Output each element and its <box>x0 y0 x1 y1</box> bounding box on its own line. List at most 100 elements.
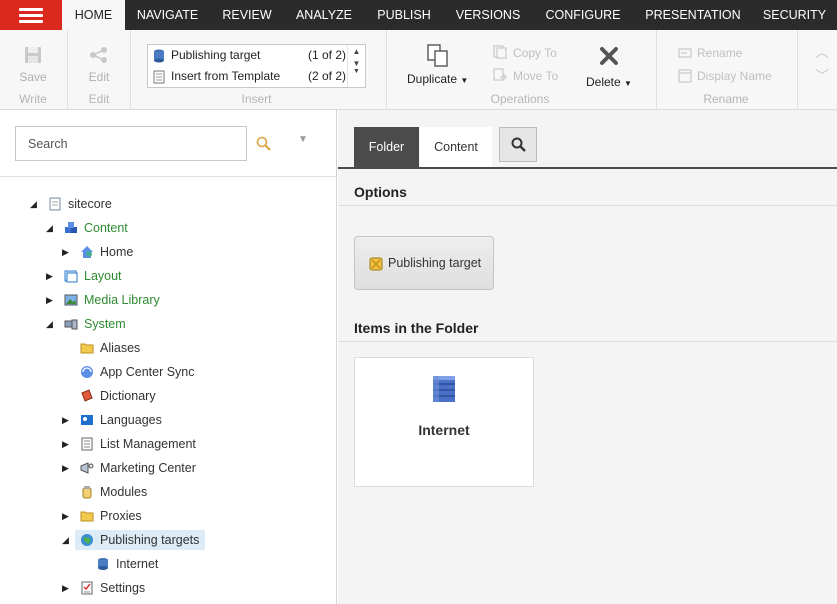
scroll-up-icon[interactable]: ▲ <box>348 47 365 56</box>
tree-node-media-library[interactable]: ▶ Media Library <box>46 290 176 310</box>
insert-option-label: Insert from Template <box>171 69 281 83</box>
save-icon <box>25 47 41 63</box>
move-to-button[interactable]: Move To <box>513 69 558 83</box>
tree-node-layout[interactable]: ▶ Layout <box>46 266 166 286</box>
tab-publish[interactable]: PUBLISH <box>364 0 444 30</box>
content-tree-pane: ▼ ◢ sitecore ◢ Content ▶ Home ▶ Layout ▶… <box>0 110 337 604</box>
expand-arrow-icon[interactable]: ▶ <box>62 410 72 430</box>
tree-node-app-center-sync[interactable]: App Center Sync <box>62 362 202 382</box>
publishing-globe-icon <box>81 534 93 546</box>
ribbon-scroll-up-icon[interactable]: ︿ <box>815 42 829 62</box>
tree-node-internet[interactable]: Internet <box>78 554 198 574</box>
tree-node-content[interactable]: ◢ Content <box>46 218 166 238</box>
ribbon-scroll-down-icon[interactable]: ﹀ <box>815 66 829 86</box>
tab-security[interactable]: SECURITY <box>752 0 837 30</box>
scroll-down-icon[interactable]: ▼ <box>348 59 365 68</box>
tree-node-marketing-center[interactable]: ▶ Marketing Center <box>62 458 212 478</box>
display-name-button[interactable]: Display Name <box>697 69 772 83</box>
tab-versions[interactable]: VERSIONS <box>444 0 532 30</box>
collapse-arrow-icon[interactable]: ◢ <box>46 218 56 238</box>
rename-button[interactable]: Rename <box>697 46 742 60</box>
folder-item-internet[interactable]: Internet <box>354 357 534 487</box>
search-icon <box>511 137 526 152</box>
group-divider <box>656 30 657 110</box>
divider <box>0 176 337 177</box>
search-icon[interactable] <box>256 136 272 152</box>
tab-folder[interactable]: Folder <box>354 127 419 167</box>
expand-arrow-icon[interactable]: ▶ <box>46 290 56 310</box>
hamburger-menu-button[interactable] <box>0 0 62 30</box>
layout-icon <box>64 270 78 283</box>
tab-content[interactable]: Content <box>420 127 492 167</box>
expand-arrow-icon[interactable]: ▶ <box>62 578 72 598</box>
tree-node-languages[interactable]: ▶ Languages <box>62 410 182 430</box>
group-divider <box>386 30 387 110</box>
tree-node-label: Media Library <box>84 293 160 307</box>
tree-node-label: Marketing Center <box>100 461 196 475</box>
group-divider <box>67 30 68 110</box>
tree-node-label: Layout <box>84 269 122 283</box>
insert-list-scrollbar[interactable]: ▲ ▼ ▼ <box>347 45 365 87</box>
tree-node-label: List Management <box>100 437 196 451</box>
collapse-arrow-icon[interactable]: ◢ <box>30 194 40 214</box>
save-button[interactable]: Save <box>10 70 56 84</box>
tree-node-home[interactable]: ▶ Home <box>62 242 182 262</box>
expand-arrow-icon[interactable]: ▶ <box>62 242 72 262</box>
tree-node-modules[interactable]: Modules <box>62 482 182 502</box>
hamburger-line <box>19 14 43 17</box>
folder-icon <box>80 343 94 354</box>
expand-arrow-icon[interactable]: ▶ <box>46 266 56 286</box>
edit-button[interactable]: Edit <box>76 70 122 84</box>
delete-label: Delete <box>586 75 621 89</box>
tab-presentation[interactable]: PRESENTATION <box>634 0 752 30</box>
tree-node-dictionary[interactable]: Dictionary <box>62 386 182 406</box>
expand-arrow-icon[interactable]: ▶ <box>62 434 72 454</box>
insert-option-from-template[interactable]: Insert from Template (2 of 2) <box>148 66 348 87</box>
tab-navigate[interactable]: NAVIGATE <box>125 0 210 30</box>
tree-node-label: Languages <box>100 413 162 427</box>
database-icon <box>154 49 164 63</box>
tree-node-label: Settings <box>100 581 146 595</box>
tree-node-list-management[interactable]: ▶ List Management <box>62 434 202 454</box>
expand-arrow-icon[interactable]: ▶ <box>62 458 72 478</box>
group-label-operations: Operations <box>490 92 550 106</box>
search-input[interactable] <box>15 126 247 161</box>
expand-arrow-icon[interactable]: ▶ <box>62 506 72 526</box>
collapse-arrow-icon[interactable]: ◢ <box>62 530 72 550</box>
tree-node-settings[interactable]: ▶ Settings <box>62 578 182 598</box>
tab-review[interactable]: REVIEW <box>210 0 284 30</box>
collapse-arrow-icon[interactable]: ◢ <box>46 314 56 334</box>
tree-node-system[interactable]: ◢ System <box>46 314 166 334</box>
hamburger-line <box>19 8 43 11</box>
divider <box>338 205 837 206</box>
system-icon <box>64 319 78 330</box>
tree-node-aliases[interactable]: Aliases <box>62 338 182 358</box>
duplicate-button[interactable]: Duplicate ▼ <box>407 72 468 86</box>
modules-jar-icon <box>82 486 92 499</box>
delete-button[interactable]: Delete ▼ <box>586 75 632 89</box>
sitecore-root-icon <box>49 197 61 211</box>
home-icon <box>81 246 93 258</box>
tree-node-label: Publishing targets <box>100 533 200 547</box>
publishing-target-icon <box>369 257 383 271</box>
search-tab-button[interactable] <box>499 127 537 162</box>
rename-icon <box>678 48 692 58</box>
expand-list-icon[interactable]: ▼ <box>348 68 365 75</box>
tree-node-proxies[interactable]: ▶ Proxies <box>62 506 182 526</box>
insert-publishing-target-button[interactable]: Publishing target <box>354 236 494 290</box>
tree-node-label: Aliases <box>100 341 141 355</box>
display-name-icon <box>678 69 692 83</box>
tree-node-publishing-targets[interactable]: ◢ Publishing targets <box>62 530 206 550</box>
search-options-dropdown-icon[interactable]: ▼ <box>298 134 308 145</box>
tab-home[interactable]: HOME <box>62 0 125 30</box>
group-label-edit: Edit <box>88 92 110 106</box>
media-image-icon <box>64 294 78 306</box>
options-heading: Options <box>354 184 407 200</box>
copy-to-button[interactable]: Copy To <box>513 46 557 60</box>
tree-node-sitecore[interactable]: ◢ sitecore <box>30 194 150 214</box>
folder-icon <box>80 511 94 522</box>
tab-analyze[interactable]: ANALYZE <box>284 0 364 30</box>
insert-options-list: Publishing target (1 of 2) Insert from T… <box>147 44 366 88</box>
insert-option-publishing-target[interactable]: Publishing target (1 of 2) <box>148 45 348 66</box>
tab-configure[interactable]: CONFIGURE <box>532 0 634 30</box>
